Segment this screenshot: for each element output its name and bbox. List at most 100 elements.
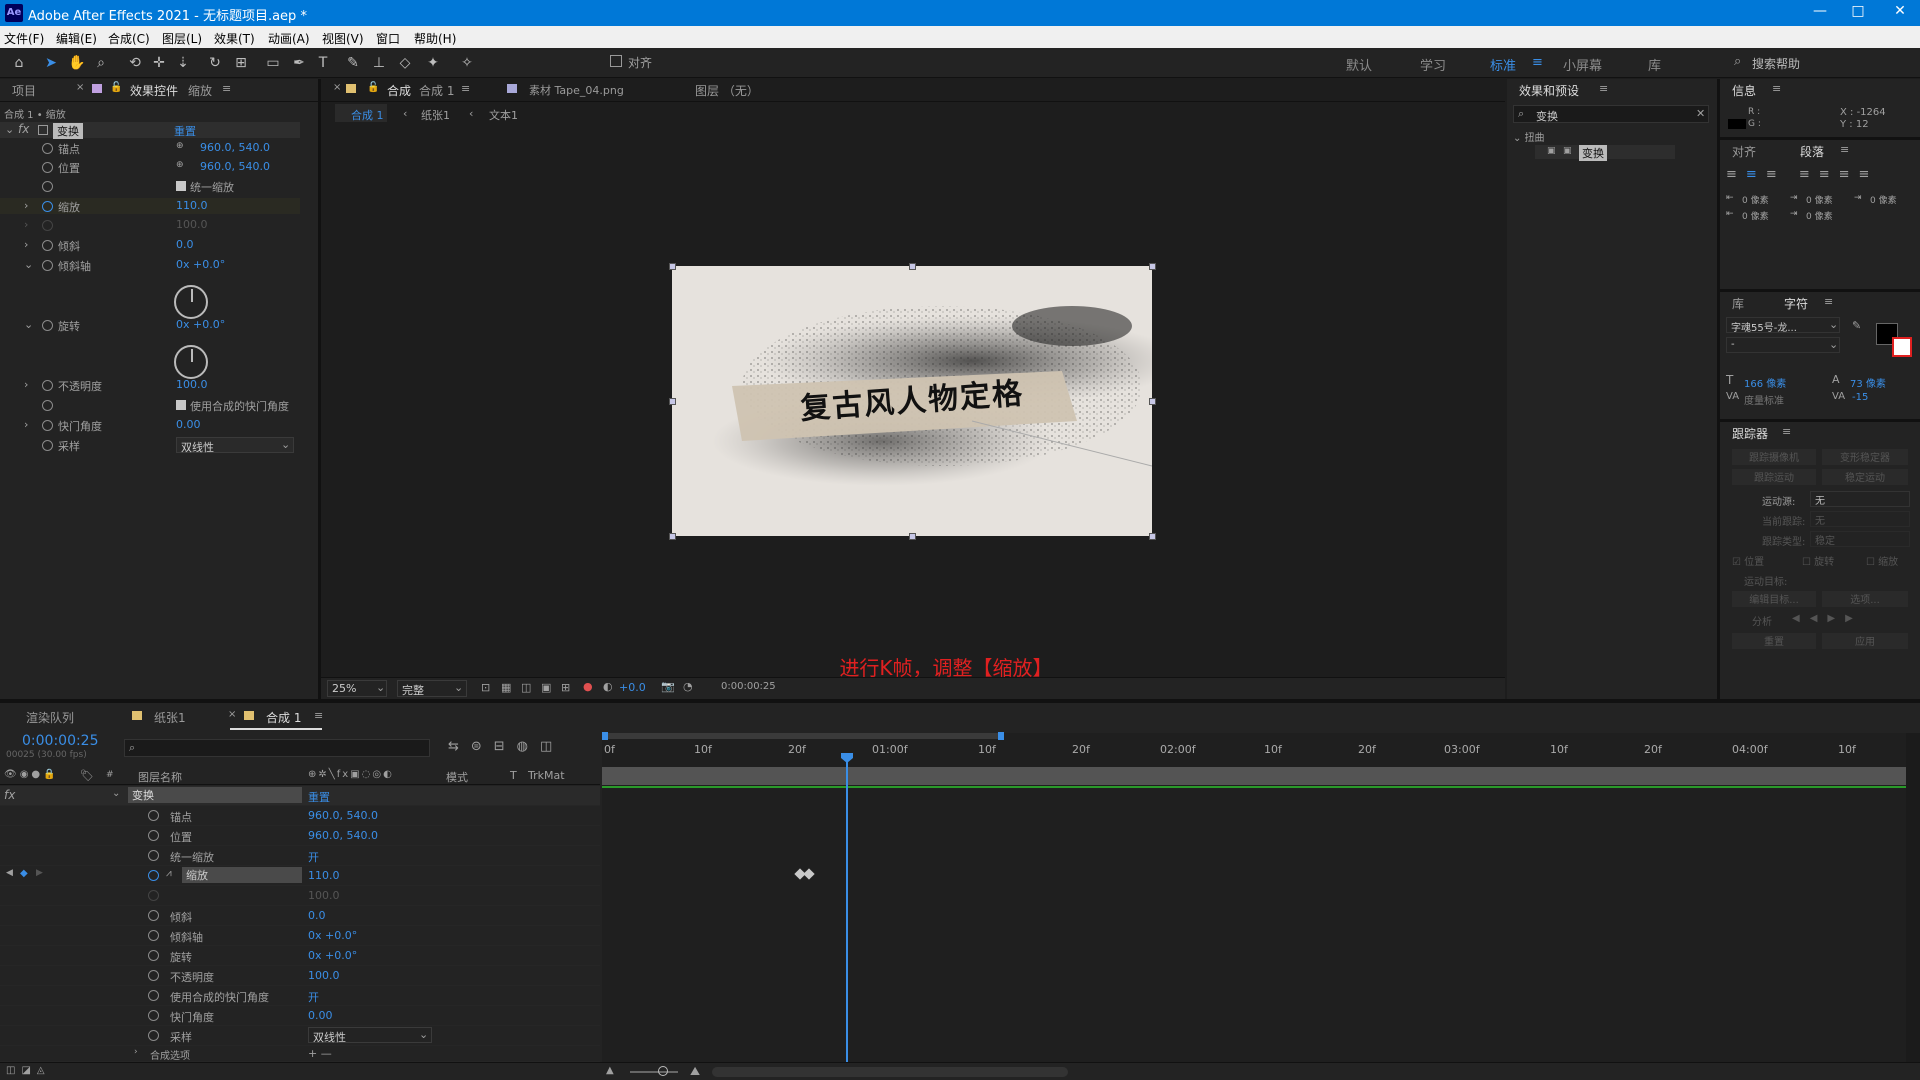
space-before-value[interactable]: 0 像素	[1806, 193, 1833, 206]
tab-comp-timeline[interactable]: 合成 1	[266, 709, 301, 726]
prop-value[interactable]: 0x +0.0°	[308, 929, 357, 942]
panel-menu-icon[interactable]: ≡	[1772, 82, 1781, 95]
stopwatch-icon[interactable]	[42, 240, 53, 251]
color-channel-icon[interactable]: ●	[583, 680, 593, 693]
close-icon[interactable]: ×	[76, 82, 84, 93]
trkmat-column[interactable]: TrkMat	[528, 769, 565, 782]
workspace-learn[interactable]: 学习	[1420, 55, 1446, 74]
prop-value[interactable]: 0.0	[176, 238, 194, 251]
next-keyframe-icon[interactable]: ▶	[36, 868, 43, 878]
effect-name[interactable]: 变换	[128, 787, 302, 803]
dolly-tool-icon[interactable]: ⇣	[174, 54, 192, 72]
camera-icon[interactable]: 📷	[661, 680, 675, 693]
panel-menu-icon[interactable]: ≡	[461, 82, 470, 95]
crosshair-icon[interactable]: ⊕	[176, 141, 184, 151]
workspace-small-screen[interactable]: 小屏幕	[1563, 55, 1602, 74]
track-motion-button[interactable]: 跟踪运动	[1732, 469, 1816, 485]
indent-left-icon[interactable]: ⇤	[1726, 193, 1734, 203]
stopwatch-icon[interactable]	[42, 162, 53, 173]
skew-axis-dial[interactable]	[174, 285, 208, 319]
snap-checkbox[interactable]	[610, 55, 622, 67]
minimize-button[interactable]: —	[1800, 3, 1840, 19]
zoom-tool-icon[interactable]: ⌕	[92, 54, 110, 72]
prop-value[interactable]: 960.0, 540.0	[200, 160, 270, 173]
tab-library[interactable]: 库	[1732, 295, 1744, 312]
transform-handle[interactable]	[909, 263, 916, 270]
time-graph[interactable]: 0f 10f 20f 01:00f 10f 20f 02:00f 10f 20f…	[602, 732, 1920, 1062]
panel-menu-icon[interactable]: ≡	[1840, 143, 1849, 156]
comp-shutter-checkbox[interactable]	[176, 400, 186, 410]
fx-label[interactable]: fx	[18, 122, 29, 136]
stopwatch-icon[interactable]	[148, 1010, 159, 1021]
transform-handle[interactable]	[1149, 398, 1156, 405]
clear-icon[interactable]: ✕	[1696, 107, 1705, 120]
panel-menu-icon[interactable]: ≡	[1782, 425, 1791, 438]
workspace-library[interactable]: 库	[1648, 55, 1661, 74]
rectangle-tool-icon[interactable]: ▭	[264, 54, 282, 72]
crumb-paper[interactable]: 纸张1	[421, 107, 450, 123]
zoom-slider-thumb[interactable]	[658, 1066, 668, 1076]
timeline-effect-row[interactable]: fx ⌄ 变换 重置	[0, 786, 600, 806]
resolution-select[interactable]: 完整 ⌄	[397, 680, 467, 697]
menu-file[interactable]: 文件(F)	[4, 30, 44, 47]
transform-handle[interactable]	[1149, 263, 1156, 270]
stopwatch-icon[interactable]	[148, 810, 159, 821]
stabilize-motion-button[interactable]: 稳定运动	[1822, 469, 1908, 485]
fx-icon[interactable]: fx	[4, 788, 15, 802]
tab-render-queue[interactable]: 渲染队列	[26, 709, 74, 726]
prop-value[interactable]: 开	[308, 989, 319, 1005]
reset-link[interactable]: 重置	[308, 789, 330, 805]
sampling-select[interactable]: 双线性 ⌄	[308, 1027, 432, 1044]
mode-column[interactable]: 模式	[446, 769, 468, 785]
reset-link[interactable]: 重置	[174, 123, 196, 139]
paragraph-align-buttons[interactable]: ≡≡≡ ≡≡≡≡	[1726, 167, 1920, 182]
prop-value[interactable]: 960.0, 540.0	[200, 141, 270, 154]
space-before-icon[interactable]: ⇥	[1790, 193, 1798, 203]
stamp-tool-icon[interactable]: ⊥	[370, 54, 388, 72]
effect-item-transform[interactable]: ▣ ▣ 变换	[1535, 145, 1675, 161]
layer-duration-bar[interactable]	[602, 767, 1908, 785]
status-icons[interactable]: ◫◪◬	[6, 1065, 51, 1076]
eyedropper-icon[interactable]: ✎	[1852, 319, 1861, 332]
rotation-dial[interactable]	[174, 345, 208, 379]
stopwatch-icon[interactable]	[148, 1030, 159, 1041]
home-icon[interactable]: ⌂	[10, 54, 28, 72]
exposure-icon[interactable]: ◐	[603, 680, 613, 693]
tab-composition[interactable]: 合成 1	[419, 82, 454, 99]
menu-view[interactable]: 视图(V)	[322, 30, 364, 47]
search-icon[interactable]: ⌕	[1734, 54, 1741, 69]
stopwatch-icon[interactable]	[148, 950, 159, 961]
stopwatch-icon[interactable]	[148, 850, 159, 861]
orbit-tool-icon[interactable]: ⟲	[126, 54, 144, 72]
lock-icon[interactable]: 🔓	[110, 82, 122, 93]
tab-character[interactable]: 字符	[1784, 295, 1808, 312]
anchor-tool-icon[interactable]: ⊞	[232, 54, 250, 72]
first-line-value[interactable]: 0 像素	[1742, 209, 1769, 222]
pen-tool-icon[interactable]: ✒	[290, 54, 308, 72]
panel-menu-icon[interactable]: ≡	[1824, 295, 1833, 308]
effect-header-row[interactable]: ⌄ fx 变换 重置	[0, 122, 300, 139]
stroke-color-swatch[interactable]	[1892, 337, 1912, 357]
vertical-scrollbar[interactable]	[1906, 733, 1920, 1062]
prop-value[interactable]: 960.0, 540.0	[308, 809, 378, 822]
prop-value[interactable]: 0.00	[176, 418, 201, 431]
mask-icon[interactable]: ◫	[521, 681, 531, 694]
stopwatch-icon[interactable]	[42, 181, 53, 192]
search-help[interactable]: 搜索帮助	[1752, 55, 1800, 72]
close-button[interactable]: ✕	[1880, 3, 1920, 19]
crumb-comp[interactable]: 合成 1	[351, 107, 384, 123]
brush-tool-icon[interactable]: ✎	[344, 54, 362, 72]
transform-handle[interactable]	[669, 533, 676, 540]
time-ruler[interactable]: 0f 10f 20f 01:00f 10f 20f 02:00f 10f 20f…	[602, 743, 1920, 761]
work-area-end-handle[interactable]	[998, 732, 1004, 740]
menu-help[interactable]: 帮助(H)	[414, 30, 456, 47]
stopwatch-icon[interactable]	[148, 930, 159, 941]
eraser-tool-icon[interactable]: ◇	[396, 54, 414, 72]
add-remove-icons[interactable]: + —	[308, 1047, 332, 1060]
space-after-icon[interactable]: ⇥	[1790, 209, 1798, 219]
prop-value[interactable]: 开	[308, 849, 319, 865]
uniform-scale-checkbox[interactable]	[176, 181, 186, 191]
menu-window[interactable]: 窗口	[376, 30, 400, 47]
panel-menu-icon[interactable]: ≡	[222, 82, 231, 95]
panel-menu-icon[interactable]: ≡	[1599, 82, 1608, 95]
